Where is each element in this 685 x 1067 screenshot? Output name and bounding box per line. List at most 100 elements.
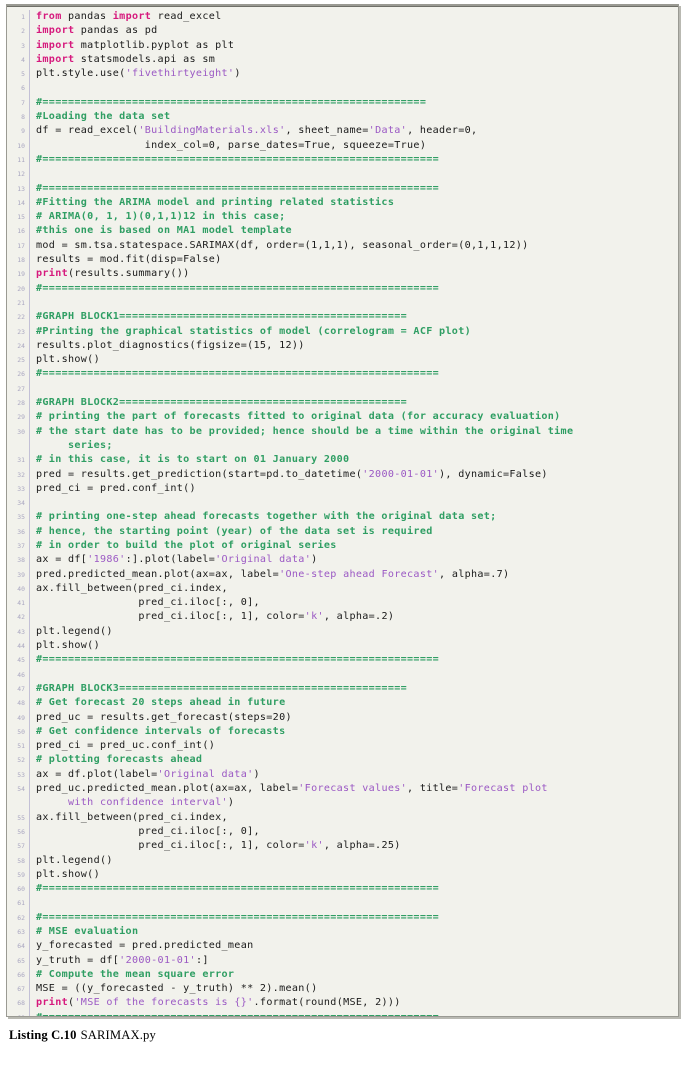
gutter-divider [29,996,30,1011]
token-kw: from [36,11,62,22]
token-plain: ) [234,68,241,80]
line-number: 27 [17,384,25,393]
line-number: 20 [17,284,25,293]
line-number: 48 [17,699,25,708]
gutter-divider [29,52,30,68]
token-str: 'Original data' [157,768,254,780]
token-plain: plt.show() [36,640,100,652]
gutter-divider [29,467,30,482]
line-number: 61 [17,899,25,908]
gutter-divider [29,281,30,296]
code-text: pred_ci = pred_uc.conf_int() [36,739,672,753]
code-line: 31 # in this case, it is to start on 01 J… [7,453,672,468]
token-str: 'Original data' [215,554,312,566]
gutter-divider [29,538,30,554]
token-plain: index_col=0, parse_dates=True, squeeze=T… [36,139,427,151]
line-number: 13 [17,184,25,193]
gutter-divider [29,724,30,740]
token-plain: plt.legend() [36,625,113,637]
token-plain: ax.fill_between(pred_ci.index, [36,811,228,823]
code-text: ax = df['1986':].plot(label='Original da… [36,553,672,567]
token-str: 'BuildingMaterials.xls' [138,125,286,137]
token-plain: ) [227,797,235,809]
token-str: 'One-step ahead Forecast' [279,568,440,580]
gutter-divider [29,710,30,725]
code-area[interactable]: 1 from pandas import read_excel 2 import pa… [7,6,678,1016]
code-text: # printing one-step ahead forecasts toge… [36,510,672,524]
gutter-divider [29,110,30,125]
gutter-divider [29,553,30,568]
code-text: pred_ci.iloc[:, 1], color='k', alpha=.2) [36,610,672,624]
token-str: '1986' [87,554,126,566]
code-text: df = read_excel('BuildingMaterials.xls',… [36,124,672,138]
code-text: #=======================================… [36,96,672,110]
token-plain: pandas as pd [74,25,158,37]
token-cmt: # in this case, it is to start on 01 Jan… [36,454,350,466]
line-number: 18 [17,256,25,265]
gutter-divider [29,624,30,640]
line-number: 6 [21,84,25,93]
token-plain: , alpha=.2) [323,611,395,623]
gutter-divider [29,653,30,668]
token-str: 'k' [304,611,324,623]
code-text: index_col=0, parse_dates=True, squeeze=T… [36,139,672,153]
token-str: with confidence interval' [36,797,228,809]
token-cmt: #=======================================… [36,153,440,165]
code-line: 26 #=====================================… [7,367,672,382]
code-line: 29 # printing the part of forecasts fitte… [7,410,672,425]
code-line: series; [7,438,672,454]
gutter-divider [29,639,30,654]
code-text: import statsmodels.api as sm [36,53,672,67]
token-plain: , alpha=.25) [323,840,401,852]
code-text: y_truth = df['2000-01-01':] [36,954,672,968]
gutter-divider [29,167,30,182]
token-cmt: # hence, the starting point (year) of th… [36,525,433,537]
code-text: #GRAPH BLOCK3===========================… [36,682,672,696]
token-plain: ) [253,768,260,780]
code-listing-frame: 1 from pandas import read_excel 2 import pa… [6,4,679,1017]
line-number: 17 [17,241,25,250]
code-text: plt.legend() [36,854,672,868]
token-cmt: #=======================================… [36,911,440,923]
code-text: # Compute the mean square error [36,968,672,982]
gutter-divider [29,867,30,883]
gutter-divider [29,253,30,268]
token-cmt: #=======================================… [36,654,440,666]
code-line: with confidence interval') [7,796,672,811]
gutter-divider [29,481,30,497]
token-plain: pred_uc = results.get_forecast(steps=20) [36,711,292,723]
code-line: 34 [7,496,672,511]
code-line: 51 pred_ci = pred_uc.conf_int() [7,739,672,754]
line-number: 3 [21,41,25,50]
code-line: 10 index_col=0, parse_dates=True, squeez… [7,138,672,153]
token-cmt: # the start date has to be provided; hen… [36,425,574,437]
code-text: print('MSE of the forecasts is {}'.forma… [36,996,672,1010]
gutter-divider [29,138,30,153]
line-number: 64 [17,942,25,951]
line-number: 4 [21,55,25,64]
line-number: 22 [17,313,25,322]
code-text: #Printing the graphical statistics of mo… [36,325,672,339]
line-number: 54 [17,785,25,794]
gutter-divider [29,967,30,983]
line-number: 66 [17,970,25,979]
line-number: 42 [17,613,25,622]
code-text: plt.show() [36,868,672,882]
line-number: 19 [17,270,25,279]
gutter-divider [29,953,30,968]
token-plain: plt.legend() [36,854,113,866]
line-number: 34 [17,499,25,508]
gutter-divider [29,95,30,111]
code-line: 43 plt.legend() [7,624,672,640]
code-text: pred_ci.iloc[:, 0], [36,825,672,839]
gutter-divider [29,882,30,897]
code-text: # printing the part of forecasts fitted … [36,410,672,424]
code-text: #=======================================… [36,882,672,896]
token-cmt: # MSE evaluation [36,926,139,937]
token-cmt: #GRAPH BLOCK1===========================… [36,311,408,323]
token-cmt: #GRAPH BLOCK3===========================… [36,682,408,694]
code-line: 67 MSE = ((y_forecasted - y_truth) ** 2).… [7,982,672,997]
token-plain: , header=0, [407,125,478,137]
code-text: mod = sm.tsa.statespace.SARIMAX(df, orde… [36,239,672,253]
token-plain: pred_ci.iloc[:, 0], [36,597,260,609]
